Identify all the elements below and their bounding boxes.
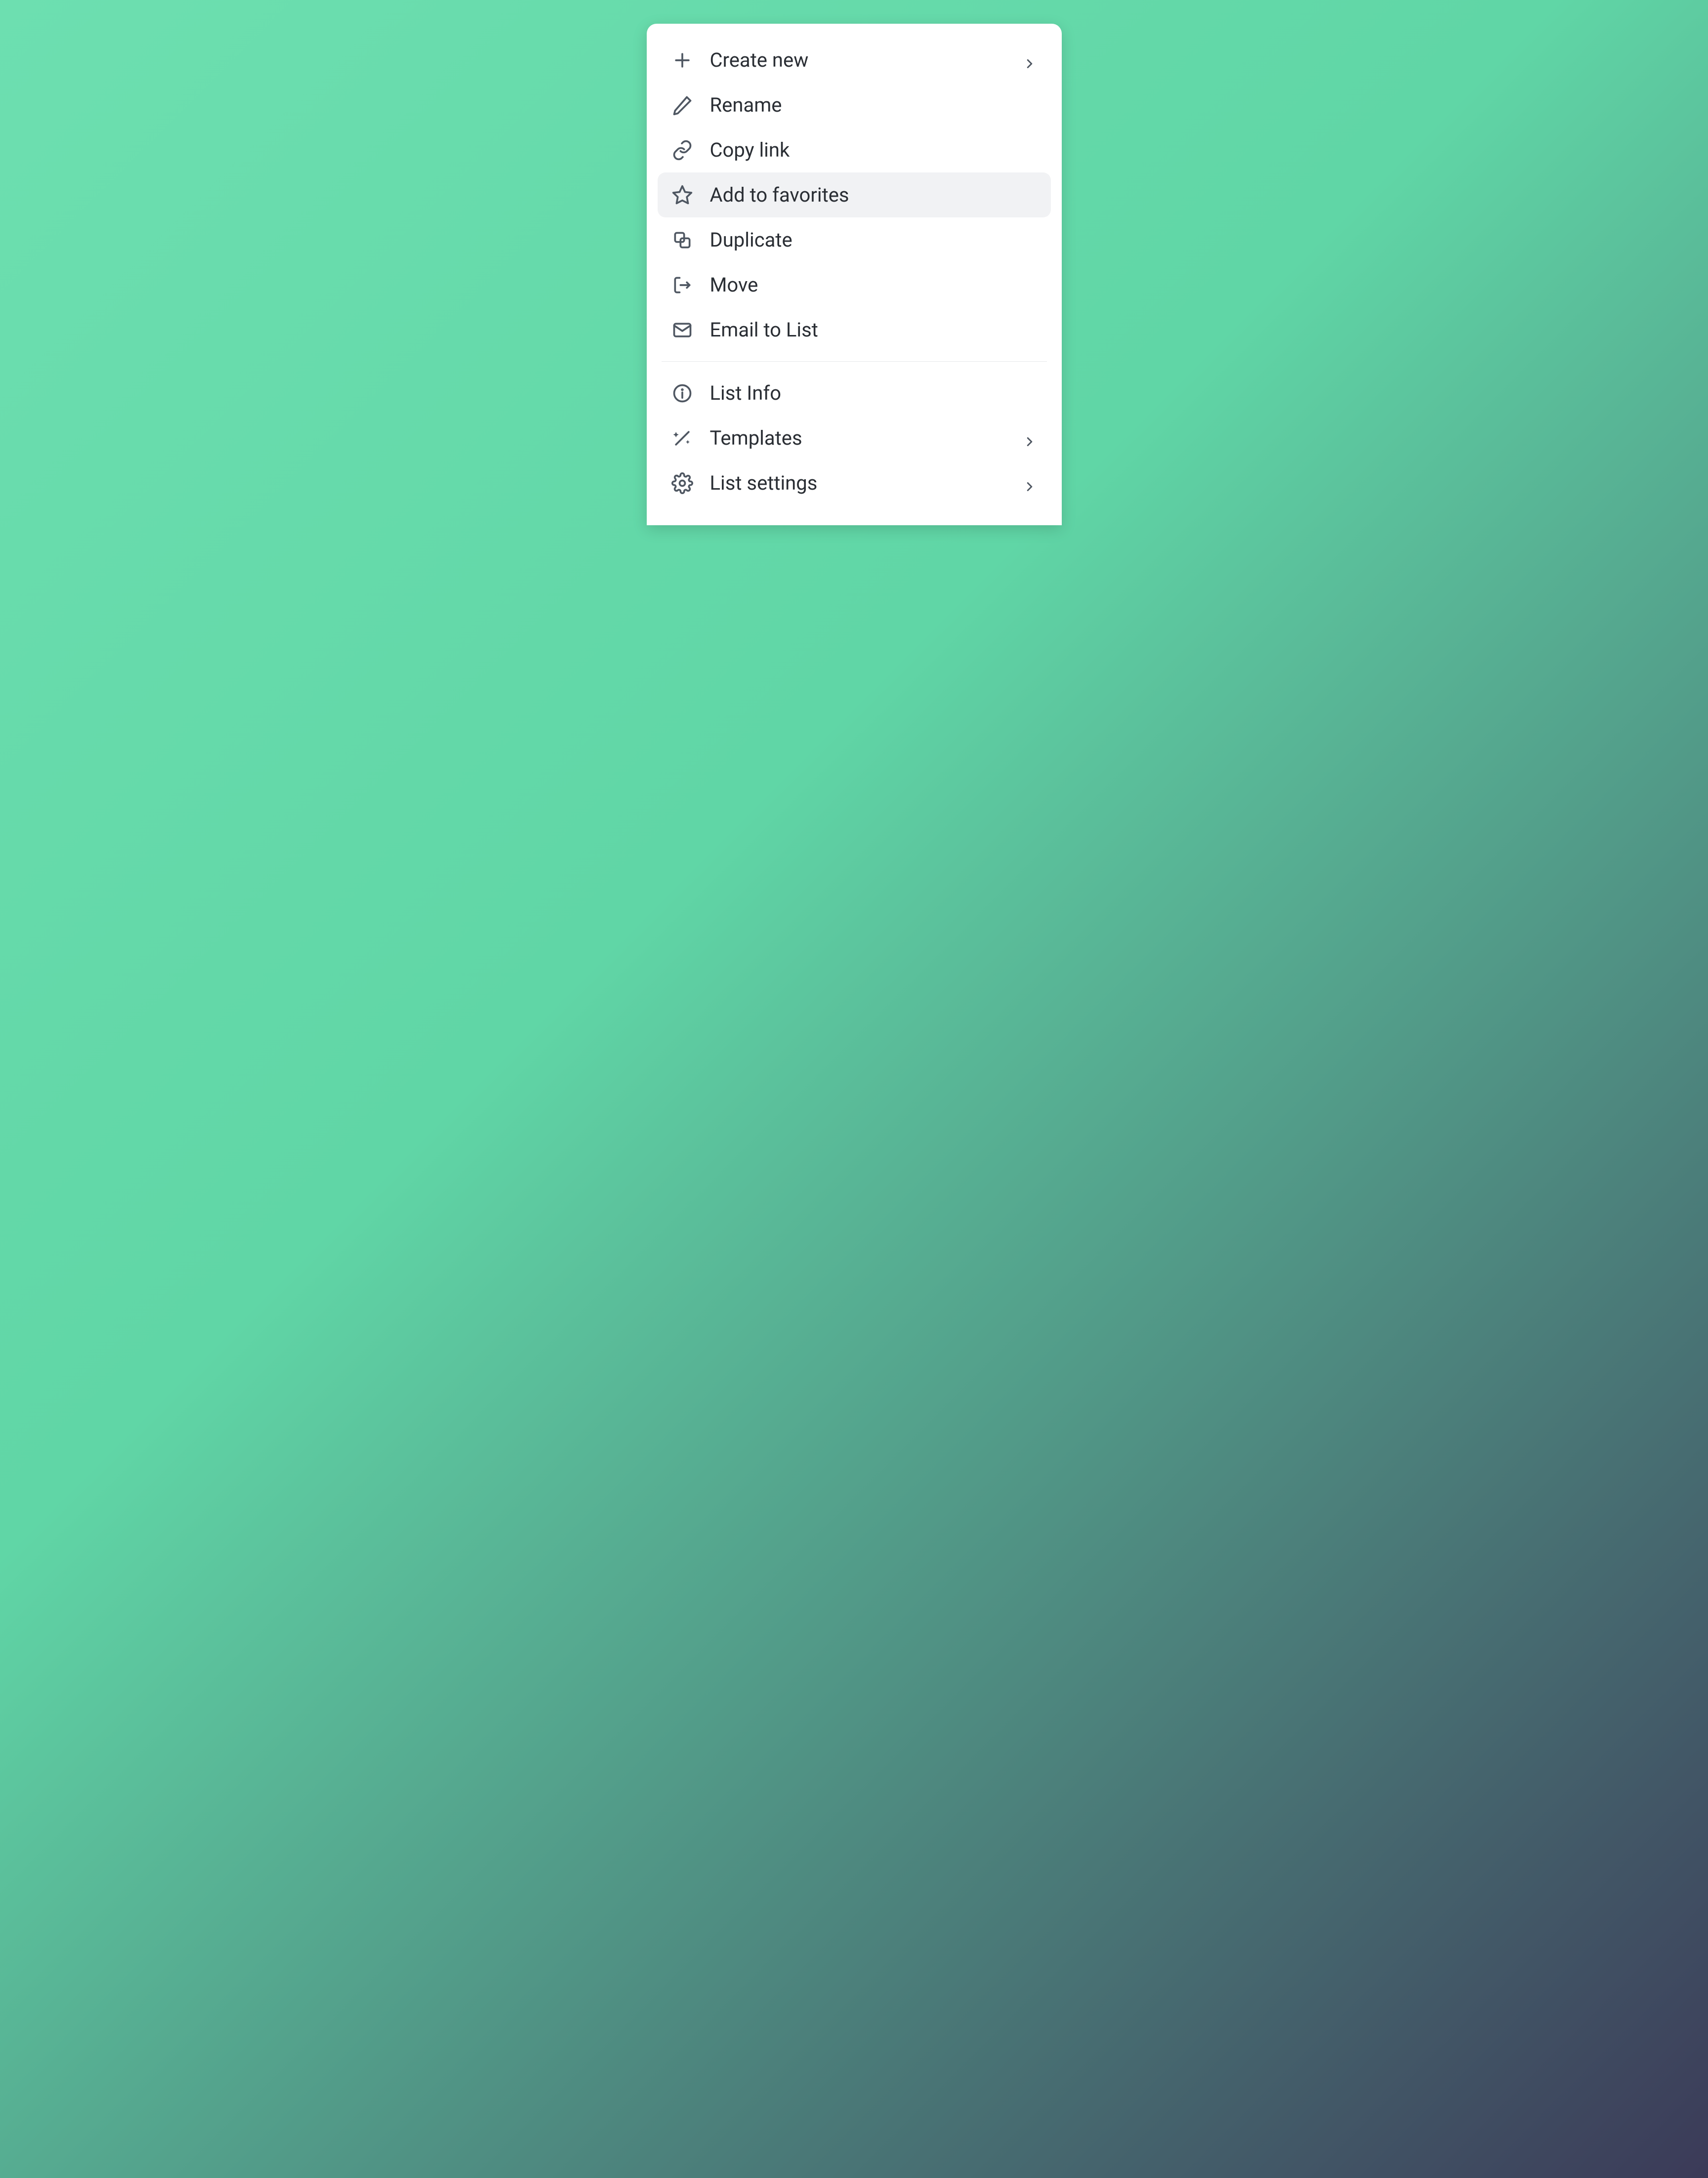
menu-item-label: Email to List <box>710 318 1037 341</box>
menu-item-create-new[interactable]: Create new <box>658 38 1051 83</box>
pencil-icon <box>671 94 693 116</box>
duplicate-icon <box>671 229 693 251</box>
menu-item-label: Rename <box>710 93 1037 117</box>
menu-item-label: Templates <box>710 426 1005 450</box>
menu-item-label: List settings <box>710 471 1005 495</box>
chevron-right-icon <box>1022 476 1037 491</box>
menu-item-move[interactable]: Move <box>658 262 1051 307</box>
context-menu: Create new Rename Copy link Add to favor… <box>647 24 1062 525</box>
mail-icon <box>671 319 693 341</box>
menu-item-label: List Info <box>710 381 1037 405</box>
menu-item-templates[interactable]: Templates <box>658 416 1051 461</box>
chevron-right-icon <box>1022 53 1037 68</box>
menu-item-label: Copy link <box>710 138 1037 162</box>
menu-item-copy-link[interactable]: Copy link <box>658 127 1051 172</box>
chevron-right-icon <box>1022 431 1037 446</box>
gear-icon <box>671 472 693 494</box>
menu-item-rename[interactable]: Rename <box>658 83 1051 127</box>
menu-item-label: Add to favorites <box>710 183 1037 207</box>
menu-item-add-to-favorites[interactable]: Add to favorites <box>658 172 1051 217</box>
menu-item-label: Create new <box>710 48 1005 72</box>
link-icon <box>671 139 693 161</box>
star-icon <box>671 184 693 206</box>
menu-divider <box>662 361 1047 362</box>
wand-icon <box>671 427 693 449</box>
menu-item-email-to-list[interactable]: Email to List <box>658 307 1051 352</box>
menu-item-label: Move <box>710 273 1037 296</box>
menu-item-list-settings[interactable]: List settings <box>658 461 1051 505</box>
menu-item-label: Duplicate <box>710 228 1037 251</box>
plus-icon <box>671 49 693 71</box>
menu-item-duplicate[interactable]: Duplicate <box>658 217 1051 262</box>
menu-item-list-info[interactable]: List Info <box>658 371 1051 416</box>
info-icon <box>671 382 693 404</box>
move-icon <box>671 274 693 296</box>
